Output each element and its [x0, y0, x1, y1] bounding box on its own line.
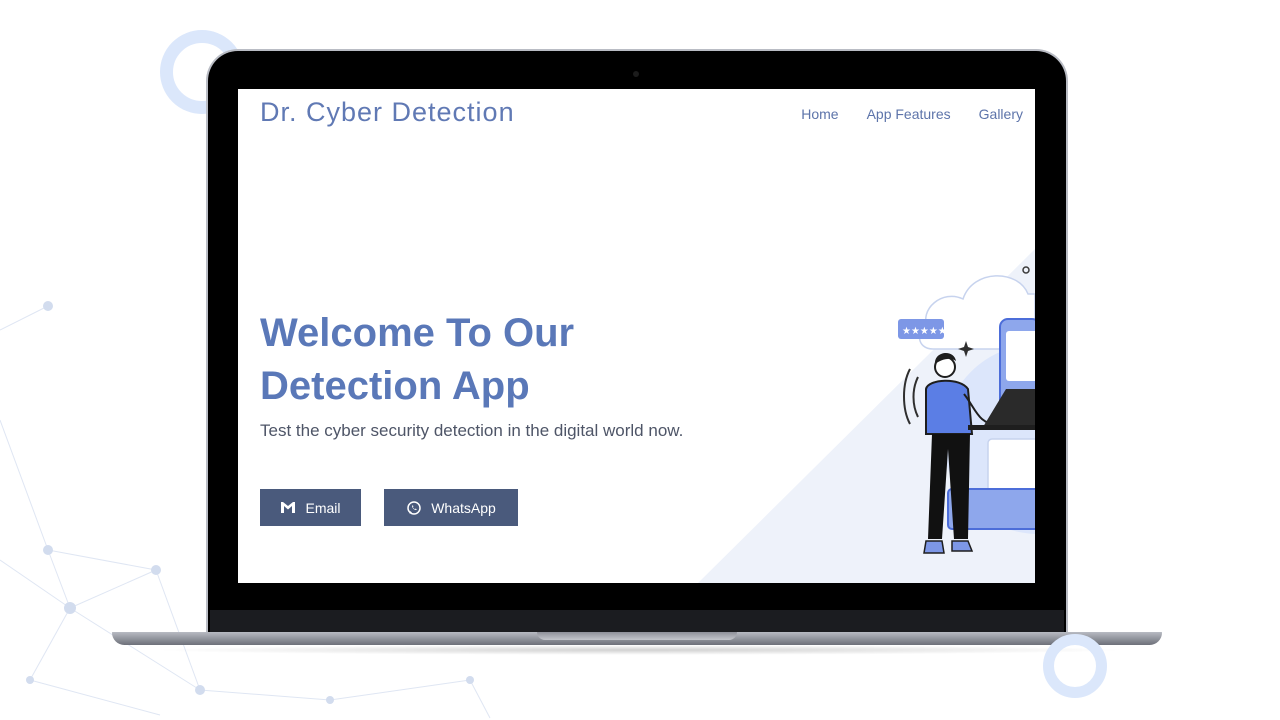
- whatsapp-icon: [407, 500, 421, 515]
- hero-title-line2: Detection App: [260, 364, 530, 408]
- whatsapp-button[interactable]: WhatsApp: [384, 489, 518, 526]
- hero-title: Welcome To Our Detection App: [260, 307, 700, 413]
- website-screen: Dr. Cyber Detection Home App Features Ga…: [238, 89, 1035, 583]
- hero-subtitle: Test the cyber security detection in the…: [260, 421, 684, 440]
- email-button-label: Email: [305, 499, 341, 516]
- laptop-bezel: [210, 610, 1064, 632]
- person-with-laptop-illustration: ★★★★★: [898, 266, 1035, 554]
- rating-stars: ★★★★★: [902, 326, 947, 337]
- hero-title-line1: Welcome To Our: [260, 311, 575, 355]
- nav-gallery[interactable]: Gallery: [979, 106, 1023, 122]
- brand-logo[interactable]: Dr. Cyber Detection: [260, 97, 515, 128]
- nav-home[interactable]: Home: [801, 106, 838, 122]
- nav-app-features[interactable]: App Features: [867, 106, 951, 122]
- laptop-shadow: [150, 645, 1130, 655]
- laptop-base-notch: [537, 632, 737, 640]
- gmail-icon: [281, 502, 296, 513]
- whatsapp-button-label: WhatsApp: [431, 499, 496, 516]
- laptop-camera: [633, 71, 639, 77]
- decorative-ring-bottom: [1043, 634, 1107, 698]
- email-button[interactable]: Email: [260, 489, 361, 526]
- main-nav: Home App Features Gallery: [801, 106, 1023, 122]
